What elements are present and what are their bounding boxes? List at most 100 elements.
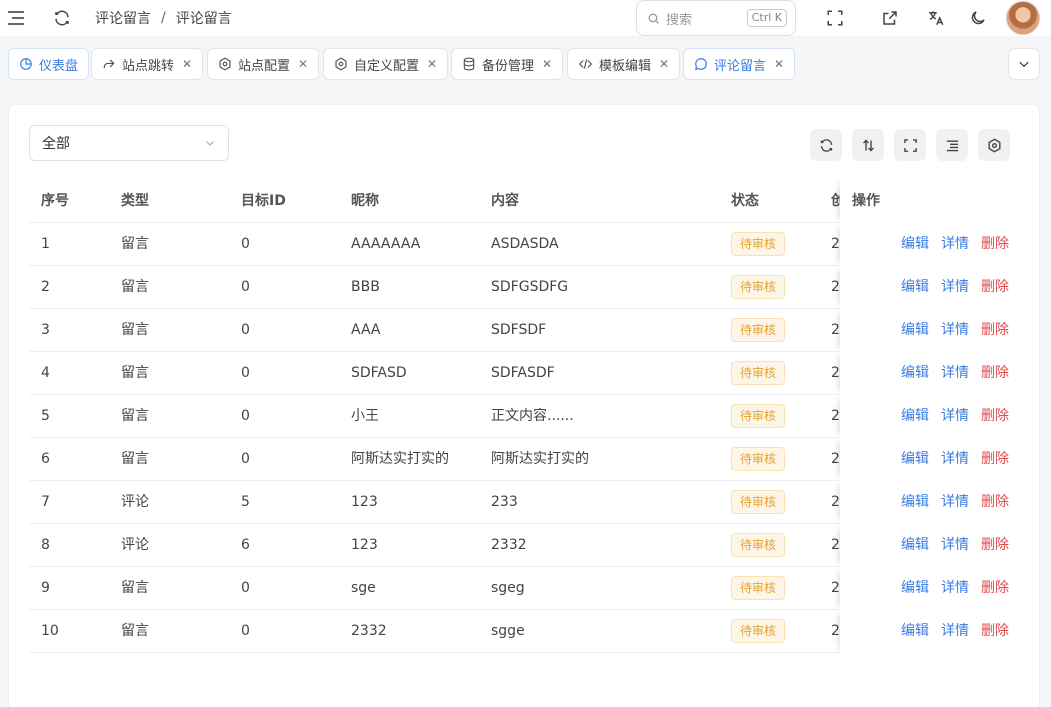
search-placeholder: 搜索	[666, 12, 693, 28]
tab-comments[interactable]: 评论留言 ✕	[683, 48, 796, 80]
cell-index: 8	[41, 537, 50, 553]
code-icon	[578, 57, 593, 71]
detail-link[interactable]: 详情	[941, 567, 969, 610]
delete-link[interactable]: 删除	[981, 395, 1009, 438]
tab-custom-config[interactable]: 自定义配置 ✕	[323, 48, 449, 80]
delete-link[interactable]: 删除	[981, 309, 1009, 352]
breadcrumb: 评论留言 / 评论留言	[95, 8, 232, 28]
detail-link[interactable]: 详情	[941, 223, 969, 266]
detail-link[interactable]: 详情	[941, 481, 969, 524]
detail-link[interactable]: 详情	[941, 524, 969, 567]
delete-link[interactable]: 删除	[981, 481, 1009, 524]
close-icon[interactable]: ✕	[774, 57, 784, 71]
refresh-icon[interactable]	[52, 8, 72, 28]
close-icon[interactable]: ✕	[298, 57, 308, 71]
cell-content: SDFSDF	[491, 322, 547, 338]
cell-target-id: 0	[241, 408, 250, 424]
menu-toggle-icon[interactable]	[6, 8, 26, 28]
user-avatar[interactable]	[1006, 1, 1040, 35]
detail-link[interactable]: 详情	[941, 610, 969, 653]
delete-link[interactable]: 删除	[981, 266, 1009, 309]
cell-target-id: 0	[241, 322, 250, 338]
edit-link[interactable]: 编辑	[901, 567, 929, 610]
tab-label: 站点跳转	[122, 58, 175, 74]
cell-nickname: 123	[351, 537, 378, 553]
cell-actions: 编辑 详情 删除	[840, 352, 1021, 395]
edit-link[interactable]: 编辑	[901, 223, 929, 266]
status-badge: 待审核	[731, 404, 786, 428]
table-refresh-button[interactable]	[810, 129, 842, 161]
translate-icon[interactable]	[925, 8, 947, 28]
edit-link[interactable]: 编辑	[901, 610, 929, 653]
cell-actions: 编辑 详情 删除	[840, 309, 1021, 352]
gear-icon	[334, 57, 348, 71]
detail-link[interactable]: 详情	[941, 352, 969, 395]
external-link-icon[interactable]	[880, 8, 900, 28]
tab-backup[interactable]: 备份管理 ✕	[451, 48, 564, 80]
cell-type: 留言	[121, 451, 149, 467]
edit-link[interactable]: 编辑	[901, 309, 929, 352]
table-settings-button[interactable]	[978, 129, 1010, 161]
cell-index: 10	[41, 623, 59, 639]
cell-nickname: AAA	[351, 322, 381, 338]
density-icon	[945, 138, 960, 153]
close-icon[interactable]: ✕	[542, 57, 552, 71]
detail-link[interactable]: 详情	[941, 395, 969, 438]
cell-content: ASDASDA	[491, 236, 559, 252]
content-card: 全部 序号 类型 目标ID 昵称 内容 状态 创 操作 1 留言 0 AAAAA…	[8, 104, 1040, 707]
edit-link[interactable]: 编辑	[901, 524, 929, 567]
edit-link[interactable]: 编辑	[901, 481, 929, 524]
dark-mode-icon[interactable]	[968, 8, 988, 28]
breadcrumb-item[interactable]: 评论留言	[95, 8, 151, 28]
status-badge: 待审核	[731, 318, 786, 342]
close-icon[interactable]: ✕	[182, 57, 192, 71]
detail-link[interactable]: 详情	[941, 309, 969, 352]
cell-content: sgge	[491, 623, 525, 639]
tab-site-config[interactable]: 站点配置 ✕	[207, 48, 320, 80]
cell-type: 留言	[121, 322, 149, 338]
chevron-down-icon	[1017, 57, 1031, 71]
table-row: 4 留言 0 SDFASD SDFASDF 待审核 2 编辑 详情 删除	[29, 352, 1021, 395]
close-icon[interactable]: ✕	[427, 57, 437, 71]
delete-link[interactable]: 删除	[981, 524, 1009, 567]
table-density-button[interactable]	[936, 129, 968, 161]
tab-template-edit[interactable]: 模板编辑 ✕	[567, 48, 681, 80]
cell-index: 4	[41, 365, 50, 381]
edit-link[interactable]: 编辑	[901, 395, 929, 438]
cell-type: 评论	[121, 494, 149, 510]
status-badge: 待审核	[731, 533, 786, 557]
delete-link[interactable]: 删除	[981, 567, 1009, 610]
edit-link[interactable]: 编辑	[901, 266, 929, 309]
cell-status: 待审核	[731, 610, 831, 653]
cell-index: 1	[41, 236, 50, 252]
tab-site-redirect[interactable]: 站点跳转 ✕	[91, 48, 204, 80]
detail-link[interactable]: 详情	[941, 266, 969, 309]
cell-status: 待审核	[731, 395, 831, 438]
type-filter-select[interactable]: 全部	[29, 125, 229, 161]
refresh-icon	[819, 138, 834, 153]
delete-link[interactable]: 删除	[981, 352, 1009, 395]
table-row: 10 留言 0 2332 sgge 待审核 2 编辑 详情 删除	[29, 610, 1021, 653]
search-box[interactable]: 搜索 Ctrl K	[636, 0, 796, 36]
table-fullscreen-button[interactable]	[894, 129, 926, 161]
fullscreen-icon[interactable]	[825, 8, 845, 28]
dashboard-icon	[19, 57, 33, 71]
detail-link[interactable]: 详情	[941, 438, 969, 481]
cell-type: 评论	[121, 537, 149, 553]
edit-link[interactable]: 编辑	[901, 438, 929, 481]
cell-content: 阿斯达实打实的	[491, 451, 589, 467]
cell-index: 2	[41, 279, 50, 295]
delete-link[interactable]: 删除	[981, 438, 1009, 481]
tabs-more-button[interactable]	[1008, 48, 1040, 80]
delete-link[interactable]: 删除	[981, 223, 1009, 266]
table-sort-button[interactable]	[852, 129, 884, 161]
status-badge: 待审核	[731, 576, 786, 600]
type-filter-value: 全部	[42, 136, 70, 152]
cell-nickname: 123	[351, 494, 378, 510]
delete-link[interactable]: 删除	[981, 610, 1009, 653]
tab-dashboard[interactable]: 仪表盘	[8, 48, 90, 80]
table-row: 3 留言 0 AAA SDFSDF 待审核 2 编辑 详情 删除	[29, 309, 1021, 352]
column-header-actions: 操作	[840, 180, 1021, 223]
edit-link[interactable]: 编辑	[901, 352, 929, 395]
close-icon[interactable]: ✕	[659, 57, 669, 71]
